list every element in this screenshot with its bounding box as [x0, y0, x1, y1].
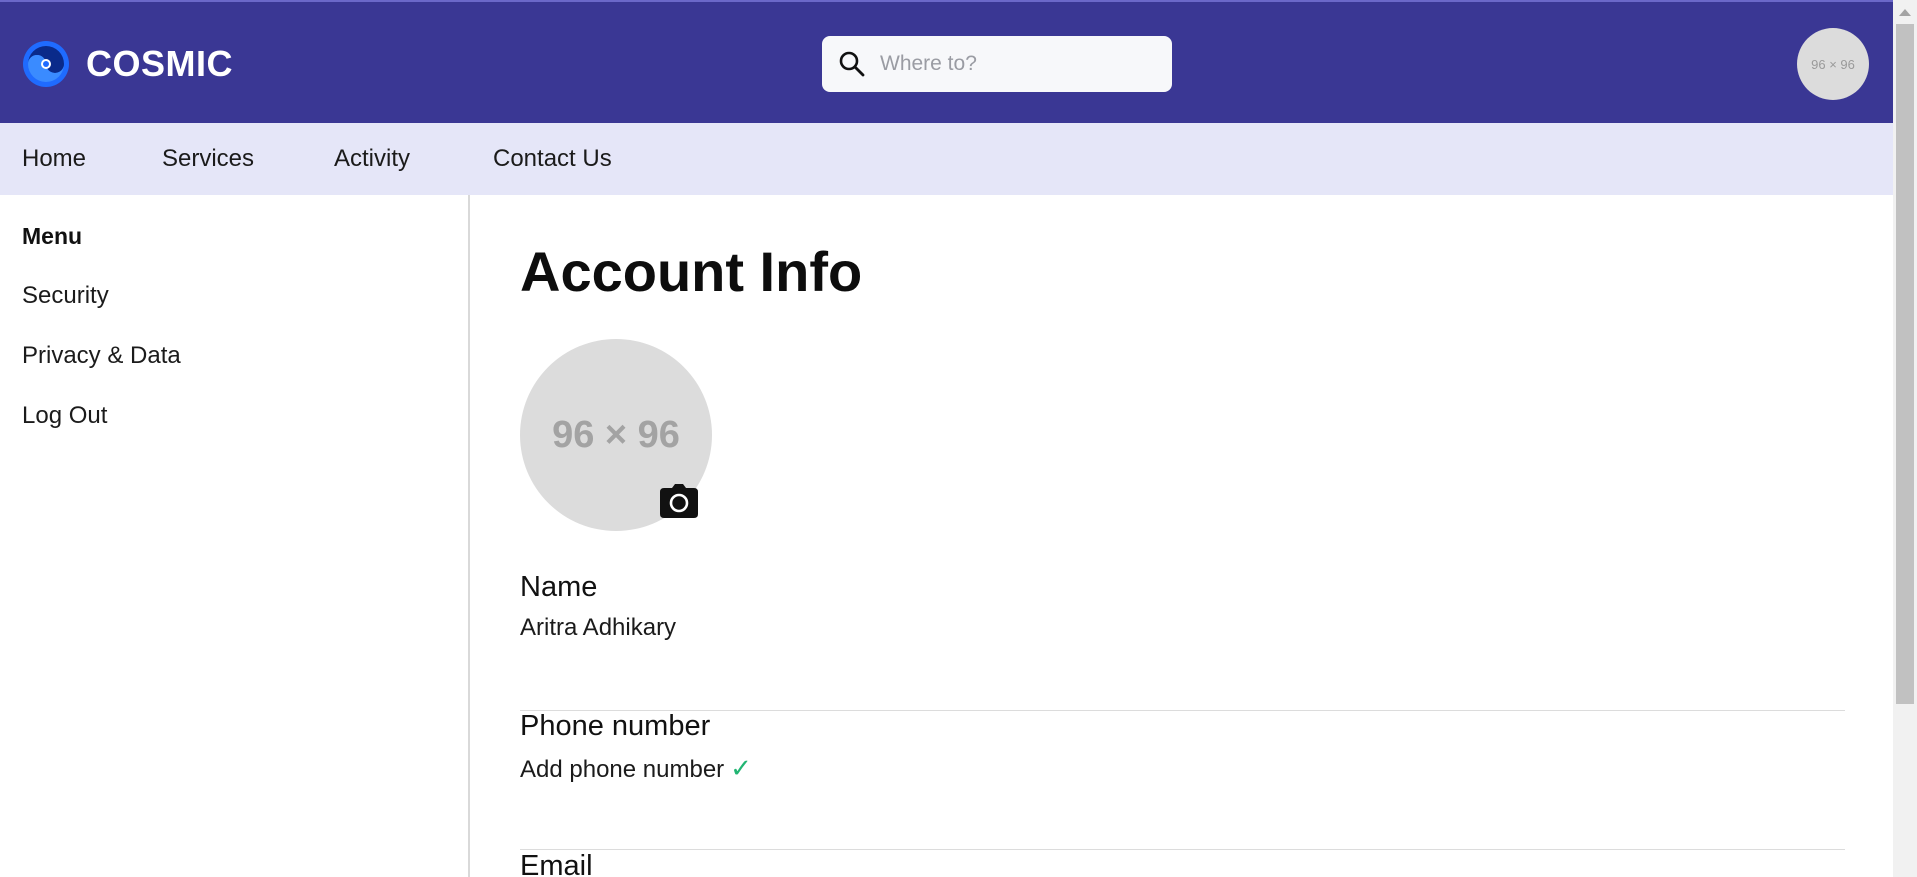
phone-value-row: Add phone number ✓ — [520, 753, 1845, 784]
profile-photo-placeholder-text: 96 × 96 — [552, 413, 680, 456]
scrollbar-thumb[interactable] — [1896, 24, 1914, 704]
camera-icon[interactable] — [660, 484, 698, 518]
sidebar-item-log-out[interactable]: Log Out — [22, 402, 107, 430]
phone-label: Phone number — [520, 710, 711, 742]
sidebar: Menu Security Privacy & Data Log Out — [0, 195, 470, 877]
search-bar[interactable] — [822, 36, 1172, 92]
sidebar-item-privacy-data[interactable]: Privacy & Data — [22, 342, 181, 370]
brand[interactable]: COSMIC — [22, 40, 233, 88]
name-label: Name — [520, 571, 598, 603]
page-title: Account Info — [520, 240, 863, 303]
main-content: Account Info 96 × 96 Name Aritra Adhikar… — [472, 195, 1893, 877]
sidebar-heading: Menu — [22, 223, 83, 249]
phone-field: Phone number Add phone number ✓ — [520, 710, 1845, 850]
user-avatar[interactable]: 96 × 96 — [1797, 28, 1869, 100]
name-value: Aritra Adhikary — [520, 614, 677, 641]
nav-item-home[interactable]: Home — [22, 145, 86, 173]
avatar-placeholder-text: 96 × 96 — [1811, 56, 1855, 72]
brand-name: COSMIC — [86, 43, 233, 84]
nav-item-contact-us[interactable]: Contact Us — [493, 145, 612, 173]
main-nav: Home Services Activity Contact Us — [0, 123, 1893, 195]
sidebar-item-security[interactable]: Security — [22, 282, 109, 310]
nav-item-activity[interactable]: Activity — [334, 145, 410, 173]
scroll-up-button[interactable] — [1893, 0, 1917, 24]
cosmic-logo-icon — [23, 41, 69, 87]
check-icon: ✓ — [730, 753, 752, 783]
search-icon — [839, 51, 865, 77]
email-field: Email — [520, 850, 1845, 877]
email-label: Email — [520, 850, 593, 877]
chevron-up-icon — [1899, 8, 1911, 16]
name-field: Name Aritra Adhikary — [520, 571, 1845, 711]
page: COSMIC 96 × 96 Home Services Activity Co… — [0, 0, 1893, 877]
top-header: COSMIC 96 × 96 — [0, 0, 1893, 123]
add-phone-number-link[interactable]: Add phone number — [520, 756, 724, 783]
nav-item-services[interactable]: Services — [162, 145, 254, 173]
search-input[interactable] — [880, 52, 1160, 76]
vertical-scrollbar[interactable] — [1893, 0, 1917, 877]
